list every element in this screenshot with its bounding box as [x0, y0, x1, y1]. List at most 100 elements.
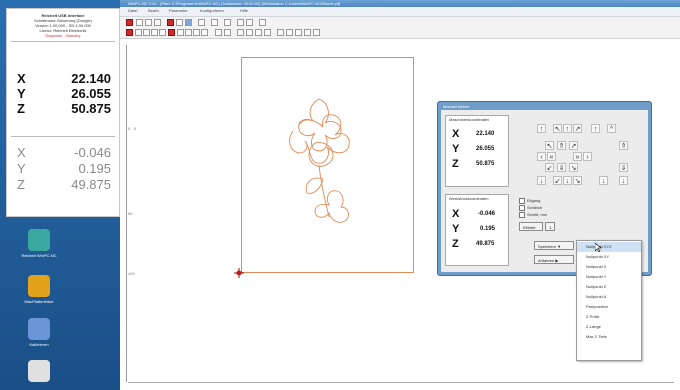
jog-up-button[interactable]: ↑: [563, 124, 572, 133]
jog-z-down-button[interactable]: ↓: [537, 176, 546, 185]
jog-z-fast-down-button[interactable]: ⇓: [619, 163, 628, 172]
menu-configure[interactable]: Konfigurieren: [200, 8, 224, 13]
jog-down-left-button[interactable]: ↙: [553, 176, 562, 185]
option-rapid-checkbox[interactable]: Eilgang: [519, 198, 540, 204]
ruler-tick: 50: [128, 211, 133, 216]
nav-button[interactable]: [177, 29, 184, 36]
dlg-machine-y-label: Y: [452, 143, 460, 155]
menu-help[interactable]: Hilfe: [240, 8, 248, 13]
desktop-icon-calibrate[interactable]: Kalibrieren: [9, 318, 69, 347]
icon-label: Reichelt WinPC-NC: [21, 253, 57, 258]
jog-a-down-button[interactable]: ↓: [599, 176, 608, 185]
tool-button[interactable]: [313, 29, 320, 36]
print-button[interactable]: [154, 19, 161, 26]
nav-button[interactable]: [159, 29, 166, 36]
view-button[interactable]: [185, 19, 192, 26]
stop-button[interactable]: [126, 19, 133, 26]
speed-select[interactable]: Eilfahrt: [519, 222, 543, 231]
nav-button[interactable]: [185, 29, 192, 36]
run-button[interactable]: [168, 29, 175, 36]
nav-button[interactable]: [151, 29, 158, 36]
jog-fast-down-button[interactable]: ⇓: [557, 163, 566, 172]
desktop-icon-mill[interactable]: MacPlattenfräse: [9, 275, 69, 304]
dropdown-item-zero-y[interactable]: Nullpunkt Y: [577, 272, 641, 282]
desktop-icon-documents[interactable]: [9, 360, 69, 382]
dropdown-item-z-length[interactable]: Z-Länge: [577, 322, 641, 332]
help-button[interactable]: [259, 19, 266, 26]
move-button[interactable]: [246, 29, 253, 36]
desktop-icon-winpc[interactable]: Reichelt WinPC-NC: [9, 229, 69, 258]
step-value-field[interactable]: 1: [545, 222, 555, 231]
tool-button[interactable]: [304, 29, 311, 36]
jog-z-fast-up-button[interactable]: ⇑: [619, 141, 628, 150]
zoom-button[interactable]: [211, 19, 218, 26]
menu-edit[interactable]: Bearb.: [148, 8, 160, 13]
edit-button[interactable]: [264, 29, 271, 36]
jog-a-up-button[interactable]: ↑: [591, 124, 600, 133]
dropdown-item-zero-xy[interactable]: Nullpunkt XY: [577, 252, 641, 262]
dlg-machine-x-label: X: [452, 128, 460, 140]
jog-fast-right-button[interactable]: »: [573, 152, 582, 161]
zoom-in-button[interactable]: [215, 29, 222, 36]
work-x-value: -0.046: [74, 145, 111, 160]
nav-button[interactable]: [135, 29, 142, 36]
jog-up-left-button[interactable]: ↖: [553, 124, 562, 133]
jog-z-up-button[interactable]: ↑: [537, 124, 546, 133]
dlg-machine-y-value: 26.055: [476, 146, 495, 152]
jog-down-button[interactable]: ↓: [563, 176, 572, 185]
start-button[interactable]: [167, 19, 174, 26]
jog-b-down-button[interactable]: ↓: [619, 176, 628, 185]
dropdown-item-zero-a[interactable]: Nullpunkt A: [577, 292, 641, 302]
jog-up-right-button[interactable]: ↗: [573, 124, 582, 133]
option-step-checkbox[interactable]: Schritt, mm: [519, 212, 547, 218]
dropdown-item-zero-xyz[interactable]: Nullpunkt XYZ: [577, 242, 641, 252]
record-button[interactable]: [126, 29, 133, 36]
dlg-work-y-value: 0.195: [480, 226, 496, 232]
tool-button[interactable]: [295, 29, 302, 36]
work-y-label: Y: [17, 161, 26, 176]
save-position-button[interactable]: Speichern ▼: [534, 241, 574, 250]
setup-button[interactable]: [224, 19, 231, 26]
nav-button[interactable]: [201, 29, 208, 36]
jog-fast-left-button[interactable]: «: [547, 152, 556, 161]
menu-parameter[interactable]: Parameter: [169, 8, 188, 13]
dropdown-item-z-check[interactable]: Z-Prüfe: [577, 312, 641, 322]
jog-fast-up-left-button[interactable]: ↖: [545, 141, 554, 150]
jog-b-up-button[interactable]: ^: [607, 124, 616, 133]
jog-fast-down-right-button[interactable]: ↘: [569, 163, 578, 172]
dropdown-item-zero-z[interactable]: Nullpunkt Z: [577, 282, 641, 292]
jog-down-right-button[interactable]: ↘: [573, 176, 582, 185]
app-icon: [28, 275, 50, 297]
work-z-label: Z: [17, 177, 25, 192]
dropdown-item-park[interactable]: Parkposition: [577, 302, 641, 312]
jog-right-button[interactable]: ›: [583, 152, 592, 161]
tool-button[interactable]: [286, 29, 293, 36]
divider: [11, 41, 115, 42]
zoom-out-button[interactable]: [224, 29, 231, 36]
dlg-work-z-label: Z: [452, 238, 459, 250]
zoom-fit-button[interactable]: [237, 29, 244, 36]
import-button[interactable]: [176, 19, 183, 26]
jog-fast-up-right-button[interactable]: ↗: [569, 141, 578, 150]
nav-button[interactable]: [193, 29, 200, 36]
flower-drawing: [289, 98, 350, 223]
grid-button[interactable]: [237, 19, 244, 26]
measure-button[interactable]: [255, 29, 262, 36]
jog-fast-down-left-button[interactable]: ↙: [545, 163, 554, 172]
menu-file[interactable]: Datei: [128, 8, 137, 13]
save-button[interactable]: [145, 19, 152, 26]
tool-button[interactable]: [198, 19, 205, 26]
dropdown-item-zero-x[interactable]: Nullpunkt X: [577, 262, 641, 272]
option-creep-checkbox[interactable]: Schleich: [519, 205, 542, 211]
menu-bar: Datei Bearb. Parameter Konfigurieren Hil…: [120, 7, 680, 17]
open-button[interactable]: [136, 19, 143, 26]
jog-left-button[interactable]: ‹: [537, 152, 546, 161]
dropdown-item-max-z[interactable]: Max Z Tiefe: [577, 332, 641, 342]
goto-position-button[interactable]: Anfahren ▶: [534, 255, 574, 264]
machine-y-label: Y: [17, 86, 26, 101]
nav-button[interactable]: [143, 29, 150, 36]
app-icon: [28, 229, 50, 251]
info-button[interactable]: [246, 19, 253, 26]
jog-fast-up-button[interactable]: ⇑: [557, 141, 566, 150]
tool-button[interactable]: [277, 29, 284, 36]
